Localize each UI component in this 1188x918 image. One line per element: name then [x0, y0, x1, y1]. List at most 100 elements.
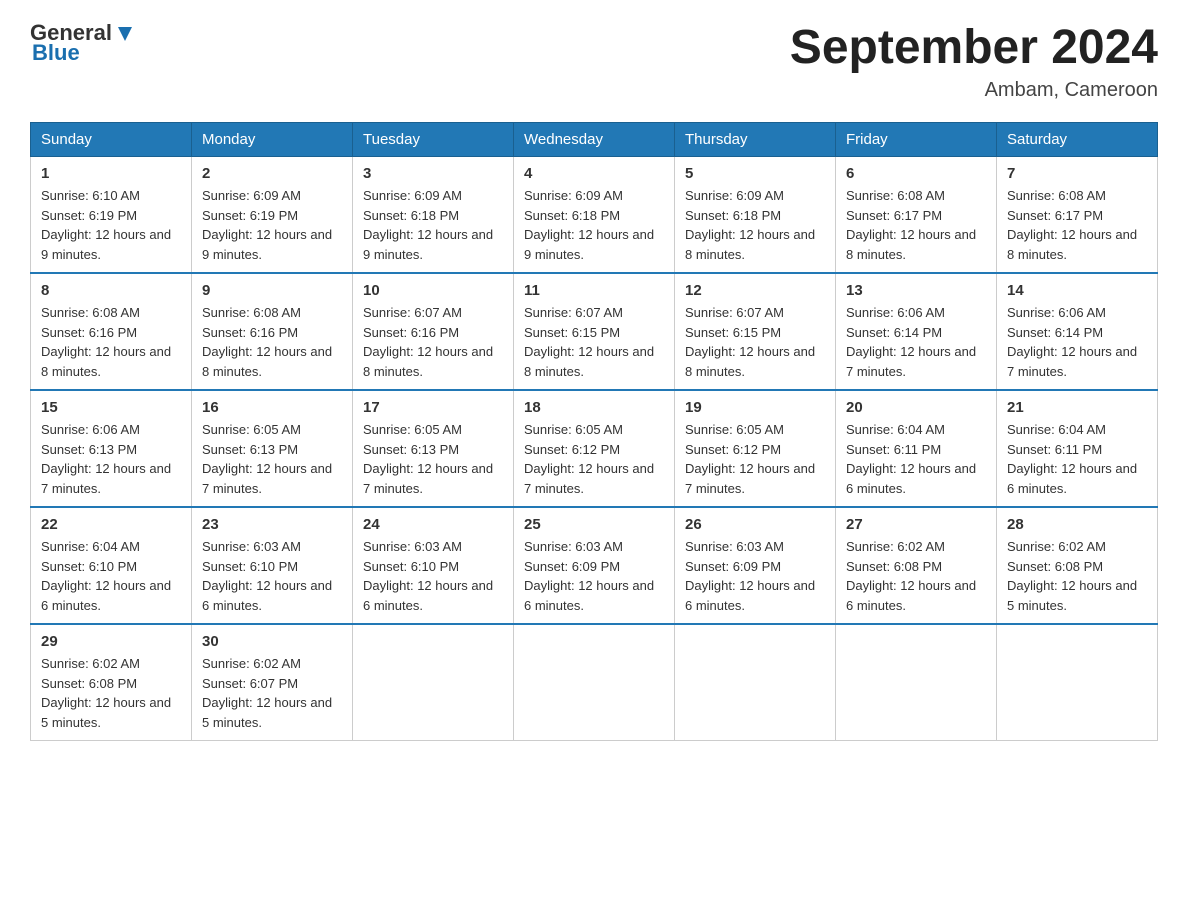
sunrise-label: Sunrise: 6:09 AM: [202, 188, 301, 203]
calendar-cell: 24 Sunrise: 6:03 AM Sunset: 6:10 PM Dayl…: [353, 507, 514, 624]
daylight-label: Daylight: 12 hours and 6 minutes.: [363, 578, 493, 613]
day-info: Sunrise: 6:05 AM Sunset: 6:12 PM Dayligh…: [524, 420, 664, 498]
sunset-label: Sunset: 6:11 PM: [1007, 442, 1102, 457]
calendar-cell: 12 Sunrise: 6:07 AM Sunset: 6:15 PM Dayl…: [675, 273, 836, 390]
sunrise-label: Sunrise: 6:05 AM: [685, 422, 784, 437]
sunrise-label: Sunrise: 6:07 AM: [524, 305, 623, 320]
day-info: Sunrise: 6:02 AM Sunset: 6:07 PM Dayligh…: [202, 654, 342, 732]
calendar-header: Sunday Monday Tuesday Wednesday Thursday…: [31, 123, 1158, 157]
day-number: 17: [363, 399, 503, 416]
sunrise-label: Sunrise: 6:02 AM: [1007, 539, 1106, 554]
sunset-label: Sunset: 6:18 PM: [363, 208, 459, 223]
sunrise-label: Sunrise: 6:03 AM: [685, 539, 784, 554]
header-thursday: Thursday: [675, 123, 836, 157]
day-info: Sunrise: 6:03 AM Sunset: 6:10 PM Dayligh…: [363, 537, 503, 615]
calendar-cell: 1 Sunrise: 6:10 AM Sunset: 6:19 PM Dayli…: [31, 157, 192, 274]
day-info: Sunrise: 6:09 AM Sunset: 6:18 PM Dayligh…: [524, 186, 664, 264]
day-number: 27: [846, 516, 986, 533]
sunset-label: Sunset: 6:16 PM: [202, 325, 298, 340]
calendar-cell: 2 Sunrise: 6:09 AM Sunset: 6:19 PM Dayli…: [192, 157, 353, 274]
sunset-label: Sunset: 6:16 PM: [41, 325, 137, 340]
sunrise-label: Sunrise: 6:08 AM: [41, 305, 140, 320]
sunset-label: Sunset: 6:10 PM: [363, 559, 459, 574]
title-section: September 2024 Ambam, Cameroon: [790, 20, 1158, 102]
calendar-cell: [997, 624, 1158, 741]
day-number: 29: [41, 633, 181, 650]
daylight-label: Daylight: 12 hours and 8 minutes.: [363, 344, 493, 379]
sunset-label: Sunset: 6:14 PM: [846, 325, 942, 340]
sunset-label: Sunset: 6:08 PM: [1007, 559, 1103, 574]
day-info: Sunrise: 6:06 AM Sunset: 6:14 PM Dayligh…: [846, 303, 986, 381]
day-number: 24: [363, 516, 503, 533]
calendar-cell: [353, 624, 514, 741]
calendar-cell: 10 Sunrise: 6:07 AM Sunset: 6:16 PM Dayl…: [353, 273, 514, 390]
daylight-label: Daylight: 12 hours and 7 minutes.: [41, 461, 171, 496]
calendar-cell: 14 Sunrise: 6:06 AM Sunset: 6:14 PM Dayl…: [997, 273, 1158, 390]
calendar-cell: 4 Sunrise: 6:09 AM Sunset: 6:18 PM Dayli…: [514, 157, 675, 274]
sunrise-label: Sunrise: 6:10 AM: [41, 188, 140, 203]
daylight-label: Daylight: 12 hours and 8 minutes.: [41, 344, 171, 379]
daylight-label: Daylight: 12 hours and 6 minutes.: [846, 578, 976, 613]
sunrise-label: Sunrise: 6:08 AM: [202, 305, 301, 320]
day-number: 1: [41, 165, 181, 182]
header-monday: Monday: [192, 123, 353, 157]
day-number: 3: [363, 165, 503, 182]
day-info: Sunrise: 6:06 AM Sunset: 6:13 PM Dayligh…: [41, 420, 181, 498]
day-info: Sunrise: 6:02 AM Sunset: 6:08 PM Dayligh…: [1007, 537, 1147, 615]
day-number: 13: [846, 282, 986, 299]
page-header: General Blue September 2024 Ambam, Camer…: [30, 20, 1158, 102]
day-info: Sunrise: 6:09 AM Sunset: 6:18 PM Dayligh…: [363, 186, 503, 264]
calendar-week-row: 22 Sunrise: 6:04 AM Sunset: 6:10 PM Dayl…: [31, 507, 1158, 624]
calendar-cell: 17 Sunrise: 6:05 AM Sunset: 6:13 PM Dayl…: [353, 390, 514, 507]
daylight-label: Daylight: 12 hours and 6 minutes.: [41, 578, 171, 613]
day-number: 14: [1007, 282, 1147, 299]
sunrise-label: Sunrise: 6:03 AM: [202, 539, 301, 554]
sunrise-label: Sunrise: 6:06 AM: [1007, 305, 1106, 320]
logo-triangle-icon: [114, 23, 136, 45]
daylight-label: Daylight: 12 hours and 9 minutes.: [41, 227, 171, 262]
calendar-cell: 26 Sunrise: 6:03 AM Sunset: 6:09 PM Dayl…: [675, 507, 836, 624]
day-number: 25: [524, 516, 664, 533]
day-info: Sunrise: 6:05 AM Sunset: 6:12 PM Dayligh…: [685, 420, 825, 498]
daylight-label: Daylight: 12 hours and 5 minutes.: [41, 695, 171, 730]
calendar-cell: [675, 624, 836, 741]
daylight-label: Daylight: 12 hours and 8 minutes.: [846, 227, 976, 262]
day-info: Sunrise: 6:06 AM Sunset: 6:14 PM Dayligh…: [1007, 303, 1147, 381]
sunrise-label: Sunrise: 6:02 AM: [846, 539, 945, 554]
day-number: 19: [685, 399, 825, 416]
day-info: Sunrise: 6:07 AM Sunset: 6:15 PM Dayligh…: [524, 303, 664, 381]
day-number: 10: [363, 282, 503, 299]
calendar-title: September 2024: [790, 20, 1158, 75]
calendar-cell: 18 Sunrise: 6:05 AM Sunset: 6:12 PM Dayl…: [514, 390, 675, 507]
calendar-cell: 28 Sunrise: 6:02 AM Sunset: 6:08 PM Dayl…: [997, 507, 1158, 624]
sunset-label: Sunset: 6:15 PM: [524, 325, 620, 340]
day-number: 8: [41, 282, 181, 299]
daylight-label: Daylight: 12 hours and 8 minutes.: [202, 344, 332, 379]
day-info: Sunrise: 6:02 AM Sunset: 6:08 PM Dayligh…: [846, 537, 986, 615]
day-info: Sunrise: 6:08 AM Sunset: 6:17 PM Dayligh…: [846, 186, 986, 264]
calendar-cell: 19 Sunrise: 6:05 AM Sunset: 6:12 PM Dayl…: [675, 390, 836, 507]
daylight-label: Daylight: 12 hours and 8 minutes.: [685, 344, 815, 379]
header-sunday: Sunday: [31, 123, 192, 157]
calendar-week-row: 29 Sunrise: 6:02 AM Sunset: 6:08 PM Dayl…: [31, 624, 1158, 741]
location-text: Ambam, Cameroon: [790, 79, 1158, 102]
day-info: Sunrise: 6:04 AM Sunset: 6:11 PM Dayligh…: [846, 420, 986, 498]
header-tuesday: Tuesday: [353, 123, 514, 157]
day-info: Sunrise: 6:03 AM Sunset: 6:09 PM Dayligh…: [685, 537, 825, 615]
calendar-cell: [836, 624, 997, 741]
sunrise-label: Sunrise: 6:05 AM: [202, 422, 301, 437]
calendar-cell: 25 Sunrise: 6:03 AM Sunset: 6:09 PM Dayl…: [514, 507, 675, 624]
header-friday: Friday: [836, 123, 997, 157]
day-number: 9: [202, 282, 342, 299]
sunset-label: Sunset: 6:13 PM: [202, 442, 298, 457]
sunrise-label: Sunrise: 6:08 AM: [846, 188, 945, 203]
logo-icon: General Blue: [30, 20, 136, 66]
daylight-label: Daylight: 12 hours and 6 minutes.: [202, 578, 332, 613]
calendar-cell: 23 Sunrise: 6:03 AM Sunset: 6:10 PM Dayl…: [192, 507, 353, 624]
daylight-label: Daylight: 12 hours and 9 minutes.: [202, 227, 332, 262]
header-row: Sunday Monday Tuesday Wednesday Thursday…: [31, 123, 1158, 157]
daylight-label: Daylight: 12 hours and 8 minutes.: [524, 344, 654, 379]
daylight-label: Daylight: 12 hours and 7 minutes.: [846, 344, 976, 379]
sunset-label: Sunset: 6:10 PM: [202, 559, 298, 574]
day-info: Sunrise: 6:05 AM Sunset: 6:13 PM Dayligh…: [202, 420, 342, 498]
